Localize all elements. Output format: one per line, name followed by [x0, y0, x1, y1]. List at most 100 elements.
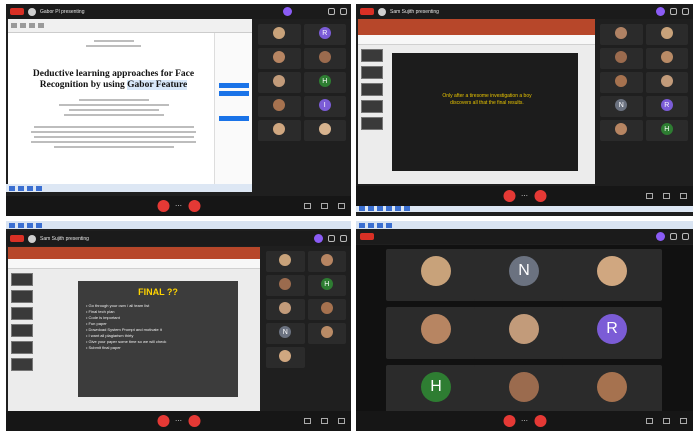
avatar[interactable] — [656, 7, 665, 16]
gallery-tile[interactable] — [386, 307, 486, 359]
more-options-icon[interactable]: ⋯ — [175, 202, 182, 210]
people-icon[interactable] — [321, 418, 328, 424]
participant-tile[interactable]: R — [645, 96, 688, 117]
more-options-icon[interactable]: ⋯ — [521, 192, 528, 200]
info-icon[interactable] — [646, 418, 653, 424]
slide-thumbnail[interactable] — [361, 49, 383, 62]
mic-off-button[interactable] — [157, 200, 169, 212]
print-icon[interactable] — [20, 23, 26, 28]
slide-thumbnail[interactable] — [361, 117, 383, 130]
people-icon[interactable] — [663, 418, 670, 424]
start-icon[interactable] — [9, 185, 15, 191]
tab-icon[interactable] — [368, 222, 374, 228]
chat-icon[interactable] — [680, 418, 687, 424]
app-icon[interactable] — [395, 205, 401, 211]
chat-icon[interactable] — [338, 203, 345, 209]
participant-tile[interactable]: H — [303, 72, 346, 93]
tab-icon[interactable] — [359, 222, 365, 228]
grid-icon[interactable] — [682, 233, 689, 240]
participant-tile[interactable] — [645, 72, 688, 93]
gallery-tile[interactable]: R — [562, 307, 662, 359]
people-icon[interactable] — [321, 203, 328, 209]
app-icon[interactable] — [18, 185, 24, 191]
layout-icon[interactable] — [670, 233, 677, 240]
slide-thumbnail[interactable] — [11, 307, 33, 320]
participant-tile[interactable] — [258, 120, 301, 141]
leave-call-button[interactable] — [188, 200, 200, 212]
more-options-icon[interactable]: ⋯ — [521, 417, 528, 425]
grid-icon[interactable] — [682, 8, 689, 15]
participant-tile[interactable] — [266, 275, 305, 296]
chat-icon[interactable] — [680, 193, 687, 199]
gallery-tile[interactable] — [474, 307, 574, 359]
slide-thumbnail[interactable] — [11, 290, 33, 303]
zoom-icon[interactable] — [29, 23, 35, 28]
participant-tile[interactable] — [266, 299, 305, 320]
participant-tile[interactable] — [307, 251, 346, 272]
participant-tile[interactable]: N — [600, 96, 643, 117]
layout-icon[interactable] — [670, 8, 677, 15]
people-icon[interactable] — [663, 193, 670, 199]
side-action-button[interactable] — [219, 116, 249, 121]
slide-thumbnail[interactable] — [11, 273, 33, 286]
participant-tile[interactable]: H — [645, 120, 688, 141]
participant-tile[interactable]: H — [307, 275, 346, 296]
slide-thumbnail[interactable] — [11, 324, 33, 337]
leave-call-button[interactable] — [188, 415, 200, 427]
gallery-tile[interactable]: N — [474, 249, 574, 301]
app-icon[interactable] — [404, 205, 410, 211]
app-icon[interactable] — [368, 205, 374, 211]
avatar[interactable] — [656, 232, 665, 241]
layout-icon[interactable] — [328, 8, 335, 15]
participant-tile[interactable] — [600, 72, 643, 93]
gallery-tile[interactable]: H — [386, 365, 486, 417]
app-icon[interactable] — [386, 205, 392, 211]
participant-tile[interactable] — [303, 120, 346, 141]
participant-tile[interactable] — [600, 48, 643, 69]
info-icon[interactable] — [304, 203, 311, 209]
layout-icon[interactable] — [328, 235, 335, 242]
participant-tile[interactable] — [645, 48, 688, 69]
participant-tile[interactable] — [258, 24, 301, 45]
participant-tile[interactable] — [600, 120, 643, 141]
start-icon[interactable] — [359, 205, 365, 211]
gallery-tile[interactable] — [562, 365, 662, 417]
menu-icon[interactable] — [11, 23, 17, 28]
side-action-button[interactable] — [219, 91, 249, 96]
info-icon[interactable] — [646, 193, 653, 199]
tab-icon[interactable] — [9, 222, 15, 228]
mic-off-button[interactable] — [503, 190, 515, 202]
grid-icon[interactable] — [340, 235, 347, 242]
participant-tile[interactable] — [266, 347, 305, 368]
app-icon[interactable] — [36, 185, 42, 191]
mic-off-button[interactable] — [157, 415, 169, 427]
participant-tile[interactable] — [600, 24, 643, 45]
participant-tile[interactable] — [258, 72, 301, 93]
tab-icon[interactable] — [18, 222, 24, 228]
participant-tile[interactable] — [645, 24, 688, 45]
page-icon[interactable] — [38, 23, 44, 28]
leave-call-button[interactable] — [534, 190, 546, 202]
chat-icon[interactable] — [338, 418, 345, 424]
tab-icon[interactable] — [377, 222, 383, 228]
side-action-button[interactable] — [219, 83, 249, 88]
app-icon[interactable] — [27, 185, 33, 191]
gallery-tile[interactable] — [474, 365, 574, 417]
slide-thumbnail[interactable] — [361, 100, 383, 113]
avatar[interactable] — [283, 7, 292, 16]
tab-icon[interactable] — [36, 222, 42, 228]
participant-tile[interactable]: I — [303, 96, 346, 117]
slide-thumbnail[interactable] — [11, 358, 33, 371]
app-icon[interactable] — [377, 205, 383, 211]
participant-tile[interactable] — [307, 323, 346, 344]
participant-tile[interactable] — [303, 48, 346, 69]
participant-tile[interactable] — [258, 96, 301, 117]
gallery-tile[interactable] — [386, 249, 486, 301]
participant-tile[interactable] — [266, 251, 305, 272]
tab-icon[interactable] — [27, 222, 33, 228]
slide-thumbnail[interactable] — [361, 83, 383, 96]
participant-tile[interactable]: N — [266, 323, 305, 344]
avatar[interactable] — [314, 234, 323, 243]
leave-call-button[interactable] — [534, 415, 546, 427]
participant-tile[interactable] — [258, 48, 301, 69]
